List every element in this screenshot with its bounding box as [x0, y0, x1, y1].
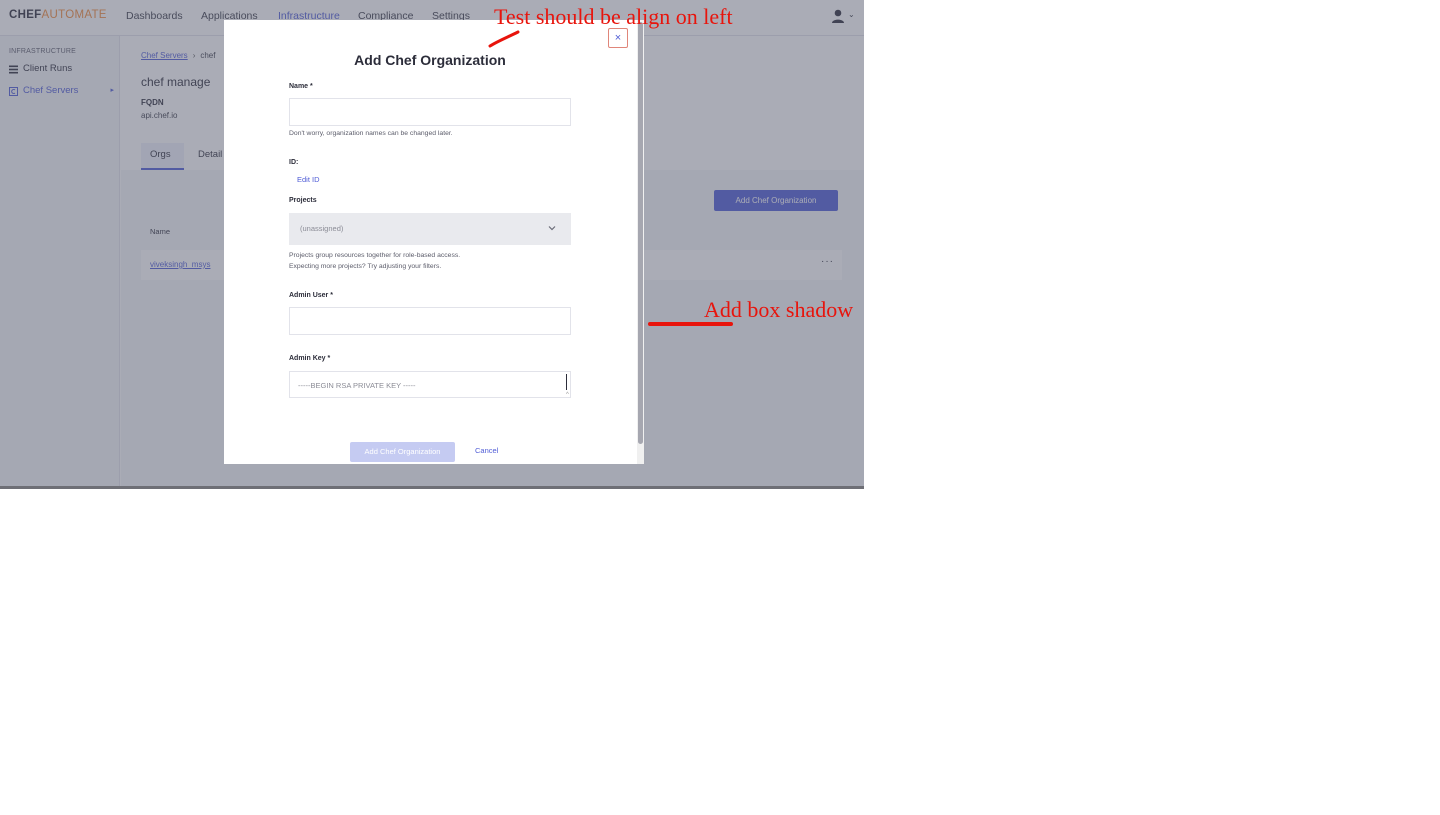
edit-id-link[interactable]: Edit ID	[297, 175, 320, 184]
admin-key-placeholder: -----BEGIN RSA PRIVATE KEY -----	[298, 381, 416, 390]
projects-help-2: Expecting more projects? Try adjusting y…	[289, 263, 442, 270]
name-label: Name *	[289, 83, 313, 90]
name-field[interactable]	[289, 98, 571, 126]
admin-user-field[interactable]	[289, 307, 571, 335]
resize-handle-icon[interactable]: ^	[566, 392, 569, 398]
id-label: ID:	[289, 159, 299, 166]
modal-title: Add Chef Organization	[354, 52, 506, 68]
admin-key-textarea[interactable]: -----BEGIN RSA PRIVATE KEY ----- ^	[289, 371, 571, 398]
admin-key-label: Admin Key *	[289, 355, 331, 362]
add-org-modal: × Add Chef Organization Name * Don't wor…	[224, 20, 644, 464]
projects-help-1: Projects group resources together for ro…	[289, 252, 461, 259]
annotation-box-shadow: Add box shadow	[704, 297, 854, 322]
projects-label: Projects	[289, 197, 317, 204]
admin-user-label: Admin User *	[289, 292, 333, 299]
chevron-down-icon	[548, 226, 556, 231]
modal-scrollbar[interactable]	[637, 20, 644, 464]
submit-add-org-button[interactable]: Add Chef Organization	[350, 442, 455, 462]
projects-selected-value: (unassigned)	[300, 224, 344, 233]
annotation-pen-stroke	[488, 30, 520, 48]
annotation-align-left: Test should be align on left	[494, 4, 733, 29]
close-button[interactable]: ×	[608, 28, 628, 48]
cancel-button[interactable]: Cancel	[475, 446, 498, 455]
projects-dropdown[interactable]: (unassigned)	[289, 213, 571, 245]
text-cursor	[566, 374, 567, 390]
app-window: CHEFAUTOMATE Dashboards Applications Inf…	[0, 0, 864, 489]
name-help: Don't worry, organization names can be c…	[289, 130, 453, 137]
scrollbar-thumb[interactable]	[638, 22, 643, 444]
